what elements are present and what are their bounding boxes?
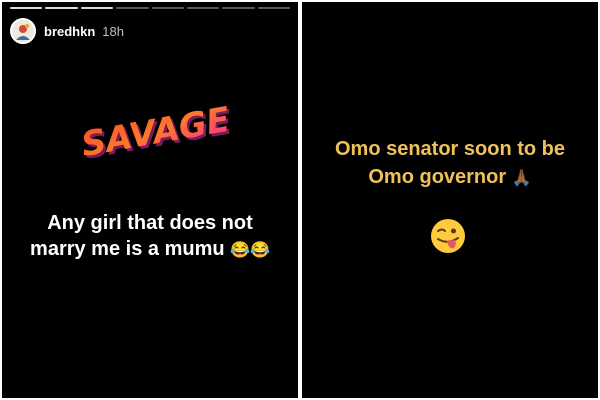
avatar[interactable] — [10, 18, 36, 44]
winking-tongue-emoji-icon — [431, 219, 465, 253]
caption-line-1: Any girl that does not — [47, 212, 253, 234]
progress-segment — [186, 7, 220, 9]
progress-segment — [45, 7, 78, 9]
progress-segment — [10, 7, 43, 9]
progress-segment — [257, 7, 290, 9]
story-text: Omo senator soon to be Omo governor 🙏🏾 — [302, 135, 598, 193]
story-panel-left[interactable]: bredhkn 18h SAVAGE SAVAGE Any girl that … — [2, 2, 298, 398]
post-time: 18h — [102, 23, 124, 39]
praying-hands-icon: 🙏🏾 — [511, 170, 532, 187]
story-header: bredhkn 18h — [10, 18, 124, 44]
profile-avatar-icon — [12, 20, 34, 42]
progress-segment — [151, 7, 184, 9]
progress-segment — [80, 7, 114, 9]
story-panel-right[interactable]: Omo senator soon to be Omo governor 🙏🏾 — [302, 2, 598, 398]
laughing-emoji-icon: 😂😂 — [230, 242, 270, 259]
progress-segment — [222, 7, 255, 9]
savage-sticker: SAVAGE SAVAGE — [78, 100, 235, 168]
story-text-line-1: Omo senator soon to be — [334, 138, 566, 160]
progress-segment — [116, 7, 149, 9]
story-caption: Any girl that does not marry me is a mum… — [12, 210, 288, 264]
username[interactable]: bredhkn — [44, 24, 95, 39]
story-text-line-2: Omo governor — [368, 166, 507, 188]
caption-line-2: marry me is a mumu — [30, 238, 225, 260]
story-progress-bar — [10, 7, 290, 9]
